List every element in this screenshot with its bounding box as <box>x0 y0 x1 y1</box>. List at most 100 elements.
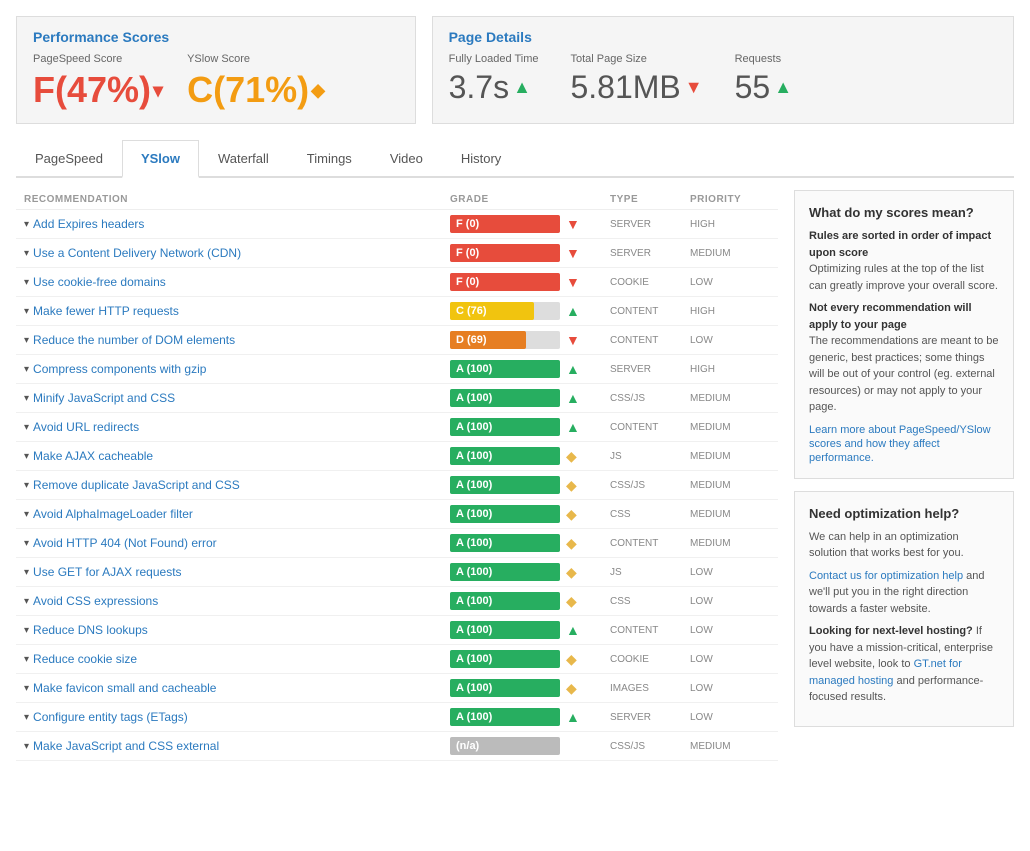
performance-scores-panel: Performance Scores PageSpeed Score F(47%… <box>16 16 416 124</box>
recommendation-link[interactable]: ▾ Reduce cookie size <box>24 652 450 666</box>
grade-diamond-icon: ◆ <box>566 535 577 552</box>
recommendation-link[interactable]: ▾ Remove duplicate JavaScript and CSS <box>24 478 450 492</box>
grade-cell: F (0) ▼ <box>450 273 610 291</box>
grade-diamond-icon: ◆ <box>566 680 577 697</box>
type-cell: CSS <box>610 509 690 520</box>
table-header: RECOMMENDATION GRADE TYPE PRIORITY <box>16 190 778 210</box>
grade-cell: A (100) ◆ <box>450 534 610 552</box>
grade-down-icon: ▼ <box>566 332 580 348</box>
recommendation-link[interactable]: ▾ Reduce DNS lookups <box>24 623 450 637</box>
optimization-help-p3: Looking for next-level hosting? If you h… <box>809 623 999 706</box>
tab-video[interactable]: Video <box>371 140 442 178</box>
priority-cell: HIGH <box>690 364 770 375</box>
recommendation-link[interactable]: ▾ Use cookie-free domains <box>24 275 450 289</box>
grade-diamond-icon: ◆ <box>566 593 577 610</box>
expand-arrow-icon: ▾ <box>24 509 29 520</box>
recommendation-link[interactable]: ▾ Avoid HTTP 404 (Not Found) error <box>24 536 450 550</box>
page-size-item: Total Page Size 5.81MB ▼ <box>570 53 702 106</box>
priority-cell: MEDIUM <box>690 480 770 491</box>
table-row: ▾ Make fewer HTTP requests C (76) ▲ CONT… <box>16 297 778 326</box>
yslow-value: C(71%) ◆ <box>187 69 325 111</box>
type-cell: CSS/JS <box>610 741 690 752</box>
priority-cell: MEDIUM <box>690 248 770 259</box>
grade-cell: A (100) ▲ <box>450 418 610 436</box>
optimization-help-box: Need optimization help? We can help in a… <box>794 491 1014 727</box>
col-recommendation: RECOMMENDATION <box>24 194 450 205</box>
page-details-panel: Page Details Fully Loaded Time 3.7s ▲ To… <box>432 16 1014 124</box>
grade-cell: F (0) ▼ <box>450 244 610 262</box>
scores-meaning-box: What do my scores mean? Rules are sorted… <box>794 190 1014 479</box>
size-value: 5.81MB ▼ <box>570 69 702 106</box>
requests-trend-icon: ▲ <box>774 77 792 98</box>
type-cell: CONTENT <box>610 306 690 317</box>
scores-meaning-title: What do my scores mean? <box>809 205 999 220</box>
recommendation-link[interactable]: ▾ Make favicon small and cacheable <box>24 681 450 695</box>
pagespeed-score-item: PageSpeed Score F(47%) ▾ <box>33 53 163 111</box>
grade-down-icon: ▼ <box>566 274 580 290</box>
type-cell: SERVER <box>610 364 690 375</box>
priority-cell: LOW <box>690 277 770 288</box>
tab-pagespeed[interactable]: PageSpeed <box>16 140 122 178</box>
expand-arrow-icon: ▾ <box>24 567 29 578</box>
performance-scores-title: Performance Scores <box>33 29 399 45</box>
grade-diamond-icon: ◆ <box>566 564 577 581</box>
type-cell: COOKIE <box>610 277 690 288</box>
table-row: ▾ Avoid AlphaImageLoader filter A (100) … <box>16 500 778 529</box>
recommendation-link[interactable]: ▾ Avoid CSS expressions <box>24 594 450 608</box>
recommendation-link[interactable]: ▾ Configure entity tags (ETags) <box>24 710 450 724</box>
expand-arrow-icon: ▾ <box>24 335 29 346</box>
type-cell: CSS/JS <box>610 393 690 404</box>
grade-up-icon: ▲ <box>566 419 580 435</box>
col-grade: GRADE <box>450 194 610 205</box>
table-row: ▾ Use cookie-free domains F (0) ▼ COOKIE… <box>16 268 778 297</box>
grade-diamond-icon: ◆ <box>566 477 577 494</box>
grade-down-icon: ▼ <box>566 216 580 232</box>
priority-cell: LOW <box>690 712 770 723</box>
priority-cell: LOW <box>690 654 770 665</box>
expand-arrow-icon: ▾ <box>24 625 29 636</box>
recommendation-link[interactable]: ▾ Avoid AlphaImageLoader filter <box>24 507 450 521</box>
recommendation-link[interactable]: ▾ Minify JavaScript and CSS <box>24 391 450 405</box>
tab-history[interactable]: History <box>442 140 520 178</box>
yslow-trend-icon: ◆ <box>311 80 325 101</box>
expand-arrow-icon: ▾ <box>24 538 29 549</box>
recommendation-link[interactable]: ▾ Use GET for AJAX requests <box>24 565 450 579</box>
recommendation-link[interactable]: ▾ Add Expires headers <box>24 217 450 231</box>
recommendation-link[interactable]: ▾ Avoid URL redirects <box>24 420 450 434</box>
tab-timings[interactable]: Timings <box>288 140 371 178</box>
recommendation-link[interactable]: ▾ Compress components with gzip <box>24 362 450 376</box>
type-cell: SERVER <box>610 219 690 230</box>
type-cell: COOKIE <box>610 654 690 665</box>
requests-item: Requests 55 ▲ <box>735 53 792 106</box>
grade-cell: A (100) ▲ <box>450 708 610 726</box>
table-row: ▾ Avoid HTTP 404 (Not Found) error A (10… <box>16 529 778 558</box>
tab-waterfall[interactable]: Waterfall <box>199 140 288 178</box>
optimization-help-title: Need optimization help? <box>809 506 999 521</box>
optimization-help-p2: Contact us for optimization help and we'… <box>809 568 999 618</box>
grade-up-icon: ▲ <box>566 622 580 638</box>
scores-meaning-p2: Not every recommendation will apply to y… <box>809 300 999 416</box>
size-trend-icon: ▼ <box>685 77 703 98</box>
priority-cell: MEDIUM <box>690 509 770 520</box>
grade-up-icon: ▲ <box>566 709 580 725</box>
expand-arrow-icon: ▾ <box>24 306 29 317</box>
col-type: TYPE <box>610 194 690 205</box>
page-details-title: Page Details <box>449 29 997 45</box>
recommendation-link[interactable]: ▾ Make JavaScript and CSS external <box>24 739 450 753</box>
type-cell: JS <box>610 451 690 462</box>
contact-link[interactable]: Contact us for optimization help <box>809 570 963 582</box>
expand-arrow-icon: ▾ <box>24 422 29 433</box>
recommendation-link[interactable]: ▾ Make AJAX cacheable <box>24 449 450 463</box>
grade-cell: A (100) ◆ <box>450 679 610 697</box>
priority-cell: MEDIUM <box>690 538 770 549</box>
loaded-label: Fully Loaded Time <box>449 53 539 65</box>
tab-yslow[interactable]: YSlow <box>122 140 199 178</box>
priority-cell: LOW <box>690 683 770 694</box>
recommendation-link[interactable]: ▾ Use a Content Delivery Network (CDN) <box>24 246 450 260</box>
recommendation-link[interactable]: ▾ Make fewer HTTP requests <box>24 304 450 318</box>
grade-cell: A (100) ◆ <box>450 505 610 523</box>
priority-cell: HIGH <box>690 219 770 230</box>
recommendation-link[interactable]: ▾ Reduce the number of DOM elements <box>24 333 450 347</box>
scores-meaning-link[interactable]: Learn more about PageSpeed/YSlow scores … <box>809 424 991 464</box>
table-row: ▾ Minify JavaScript and CSS A (100) ▲ CS… <box>16 384 778 413</box>
